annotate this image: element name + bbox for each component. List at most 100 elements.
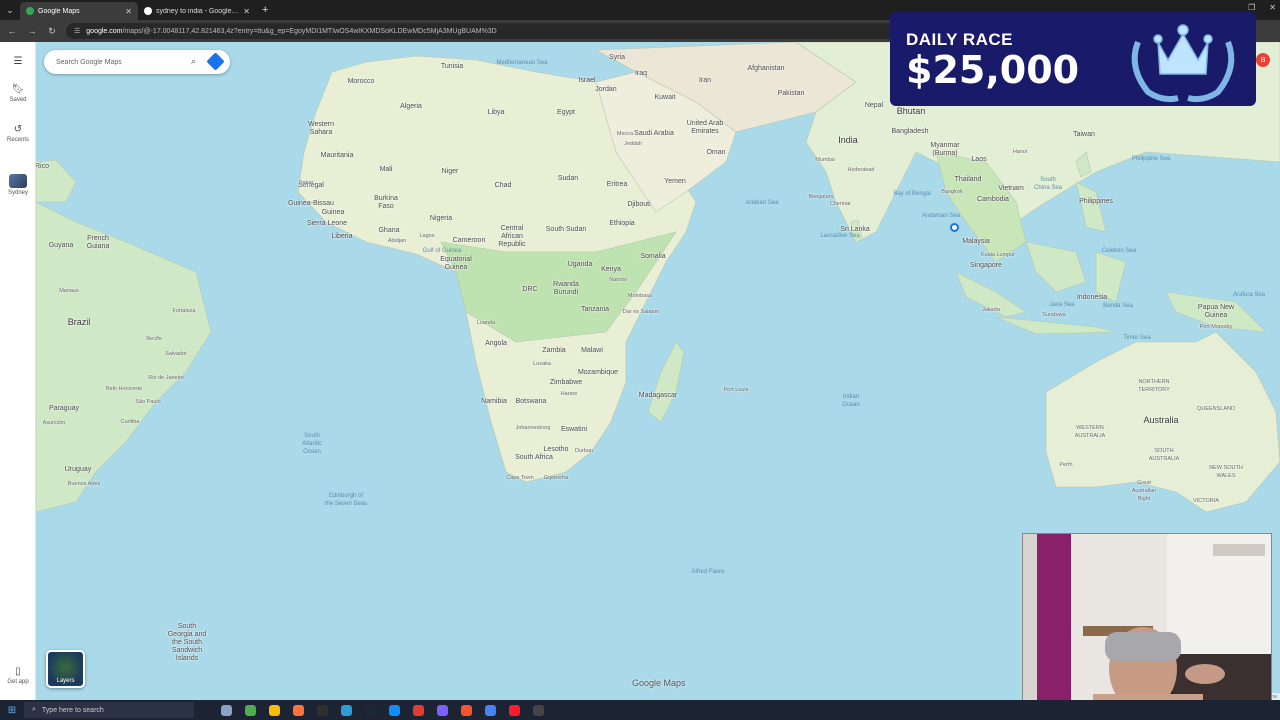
map-label[interactable]: Rio de Janeiro (148, 374, 183, 382)
map-label[interactable]: South China Sea (1034, 176, 1062, 192)
windows-start-icon[interactable]: ⊞ (0, 705, 24, 716)
map-label[interactable]: Mecca (617, 130, 633, 138)
map-label[interactable]: Uganda (568, 261, 593, 269)
close-window-icon[interactable]: ✕ (1269, 3, 1276, 12)
map-label[interactable]: Rwanda Burundi (553, 281, 579, 297)
obs-app-icon[interactable] (310, 702, 334, 718)
search-box[interactable]: Search Google Maps ⌕ (44, 50, 230, 74)
search-input[interactable]: Search Google Maps (56, 59, 122, 66)
map-label[interactable]: Israel (578, 77, 595, 85)
map-label[interactable]: Sierra Leone (307, 220, 347, 228)
menu-button[interactable]: ☰ (0, 56, 36, 69)
map-label[interactable]: Egypt (557, 109, 575, 117)
map-label[interactable]: Madagascar (639, 392, 678, 400)
tab-search-icon[interactable]: ⌄ (0, 0, 20, 20)
map-label[interactable]: South Georgia and the South Sandwich Isl… (168, 623, 207, 663)
map-label[interactable]: Iran (699, 77, 711, 85)
map-label[interactable]: Asunción (43, 419, 66, 427)
map-label[interactable]: Cameroon (453, 237, 486, 245)
map-label[interactable]: Uruguay (65, 466, 91, 474)
map-label[interactable]: Manaus (59, 287, 79, 295)
taskbar-search-input[interactable]: Type here to search (42, 707, 104, 714)
map-label[interactable]: NEW SOUTH WALES (1209, 464, 1243, 480)
map-label[interactable]: India (838, 136, 858, 145)
map-label[interactable]: Recife (146, 335, 162, 343)
map-label[interactable]: SOUTH AUSTRALIA (1149, 447, 1180, 463)
map-label[interactable]: Chad (495, 182, 512, 190)
map-label[interactable]: Jeddah (624, 140, 642, 148)
map-label[interactable]: Eswatini (561, 426, 587, 434)
map-label[interactable]: Kuwait (654, 94, 675, 102)
map-label[interactable]: Celebes Sea (1102, 247, 1136, 255)
map-label[interactable]: Bay of Bengal (893, 190, 930, 198)
opera-app-icon[interactable] (502, 702, 526, 718)
map-label[interactable]: Jakarta (982, 306, 1000, 314)
map-label[interactable]: Kuala Lumpur (981, 251, 1015, 259)
map-label[interactable]: São Paulo (135, 398, 160, 406)
site-info-icon[interactable]: ☰ (74, 27, 80, 35)
map-label[interactable]: South Africa (515, 454, 553, 462)
search-icon[interactable]: ⌕ (191, 56, 196, 67)
map-label[interactable]: Central African Republic (498, 225, 525, 249)
map-label[interactable]: Perth (1059, 461, 1072, 469)
map-label[interactable]: Harare (561, 390, 578, 398)
map-label[interactable]: Chennai (830, 200, 851, 208)
map-label[interactable]: Great Australian Bight (1132, 479, 1156, 503)
map-label[interactable]: Ghana (378, 227, 399, 235)
map-label[interactable]: Zimbabwe (550, 379, 582, 387)
map-label[interactable]: Curitiba (121, 418, 140, 426)
app-red-app-icon[interactable] (406, 702, 430, 718)
map-label[interactable]: Vietnam (998, 185, 1024, 193)
steam-app-icon[interactable] (358, 702, 382, 718)
saved-button[interactable]: 🔖︎ Saved (0, 84, 36, 103)
new-tab-icon[interactable]: + (256, 4, 274, 16)
map-label[interactable]: Cape Town (506, 474, 533, 482)
tab-google-maps[interactable]: Google Maps ✕ (20, 2, 138, 20)
app-dark-app-icon[interactable] (526, 702, 550, 718)
map-label[interactable]: Alfred Faure (691, 568, 724, 576)
map-label[interactable]: Java Sea (1049, 301, 1074, 309)
map-label[interactable]: Brazil (68, 318, 91, 327)
map-label[interactable]: Ethiopia (609, 220, 634, 228)
map-label[interactable]: Abidjan (388, 237, 406, 245)
map-label[interactable]: Bangkok (941, 188, 962, 196)
map-label[interactable]: Lesotho (544, 446, 569, 454)
map-label[interactable]: Taiwan (1073, 131, 1095, 139)
map-label[interactable]: Mumbai (815, 156, 835, 164)
map-label[interactable]: Nigeria (430, 215, 452, 223)
map-label[interactable]: Namibia (481, 398, 507, 406)
map-label[interactable]: Nairobi (609, 276, 626, 284)
map-label[interactable]: Hanoi (1013, 148, 1027, 156)
map-label[interactable]: Djibouti (627, 201, 650, 209)
map-label[interactable]: Myanmar (Burma) (930, 142, 959, 158)
tab-google-search[interactable]: sydney to india - Google Search ✕ (138, 2, 256, 20)
directions-icon[interactable] (206, 52, 225, 71)
map-label[interactable]: Syria (609, 54, 625, 62)
forward-icon[interactable]: → (26, 26, 38, 36)
map-label[interactable]: Banda Sea (1103, 302, 1133, 310)
map-label[interactable]: Edinburgh of the Seven Seas (325, 492, 367, 508)
map-label[interactable]: Zambia (542, 347, 565, 355)
map-label[interactable]: Rico (36, 163, 49, 171)
map-label[interactable]: Laccadive Sea (820, 232, 859, 240)
map-label[interactable]: QUEENSLAND (1197, 405, 1235, 413)
map-label[interactable]: Lagos (420, 232, 435, 240)
map-label[interactable]: Dar es Salaam (623, 308, 659, 316)
map-label[interactable]: Timor Sea (1123, 334, 1150, 342)
map-label[interactable]: Hyderabad (848, 166, 875, 174)
app-blue-app-icon[interactable] (334, 702, 358, 718)
map-label[interactable]: Guinea (322, 209, 345, 217)
map-label[interactable]: Guyana (49, 242, 74, 250)
chrome-alt-app-icon[interactable] (262, 702, 286, 718)
map-label[interactable]: Somalia (640, 253, 665, 261)
map-label[interactable]: Saudi Arabia (634, 130, 674, 138)
map-label[interactable]: Botswana (516, 398, 547, 406)
location-marker-icon[interactable] (950, 223, 959, 232)
edge-app-icon[interactable] (382, 702, 406, 718)
map-label[interactable]: Pakistan (778, 90, 805, 98)
map-label[interactable]: Laos (971, 156, 986, 164)
map-label[interactable]: Iraq (635, 70, 647, 78)
taskbar-search-box[interactable]: ⌕ Type here to search (24, 702, 194, 718)
back-icon[interactable]: ← (6, 26, 18, 36)
recent-sydney-button[interactable]: Sydney (0, 174, 36, 196)
